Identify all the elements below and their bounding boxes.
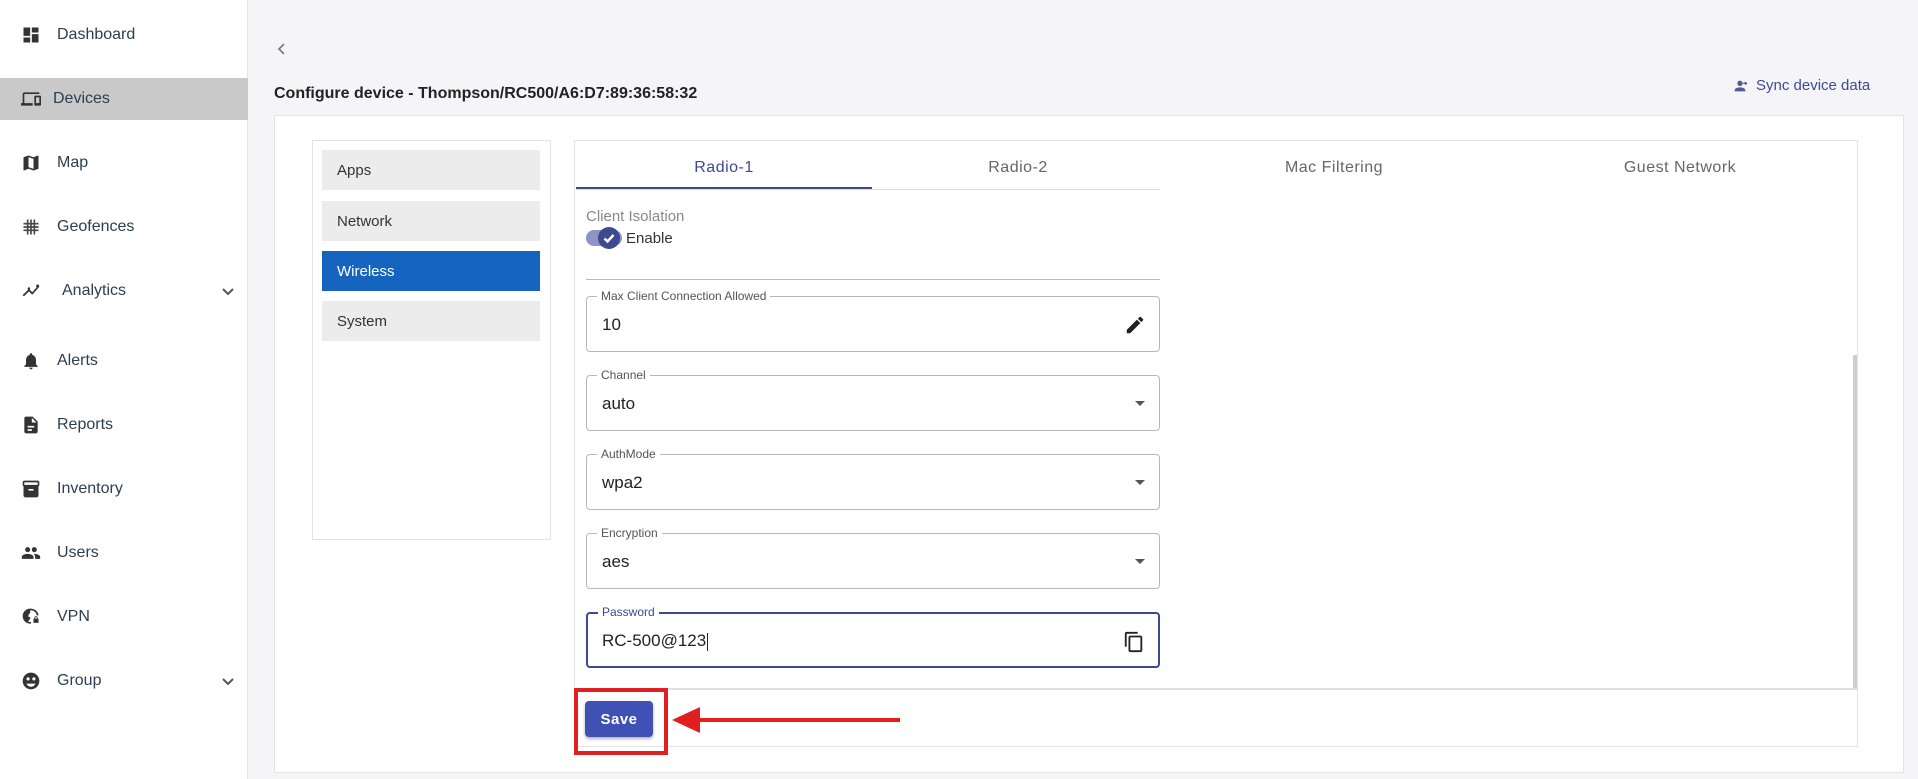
pencil-icon[interactable] <box>1123 313 1147 337</box>
sidebar-item-reports[interactable]: Reports <box>0 404 248 446</box>
authmode-value: wpa2 <box>602 473 643 492</box>
check-icon <box>603 234 615 244</box>
tab-guest-network[interactable]: Guest Network <box>1504 148 1856 188</box>
field-label: Encryption <box>597 526 662 540</box>
sidebar-item-label: Group <box>57 672 102 689</box>
sidebar-item-label: Devices <box>53 90 110 107</box>
analytics-icon <box>20 280 42 302</box>
menu-item-system[interactable]: System <box>322 301 540 341</box>
tab-radio-2[interactable]: Radio-2 <box>872 148 1164 188</box>
menu-item-network[interactable]: Network <box>322 201 540 241</box>
max-client-field[interactable]: Max Client Connection Allowed 10 <box>586 289 1160 352</box>
text-caret <box>707 632 709 651</box>
sidebar-item-map[interactable]: Map <box>0 142 248 184</box>
sidebar-item-dashboard[interactable]: Dashboard <box>0 14 248 56</box>
copy-icon[interactable] <box>1122 630 1146 654</box>
bell-icon <box>20 350 42 372</box>
menu-item-wireless[interactable]: Wireless <box>322 251 540 291</box>
inventory-icon <box>20 478 42 500</box>
chevron-down-icon[interactable] <box>220 283 236 299</box>
page-title: Configure device - Thompson/RC500/A6:D7:… <box>274 85 698 102</box>
sidebar-item-label: Inventory <box>57 480 123 497</box>
reports-icon <box>20 414 42 436</box>
sidebar-item-analytics[interactable]: Analytics <box>0 270 248 312</box>
field-label: Password <box>598 605 659 619</box>
dropdown-arrow-icon[interactable] <box>1135 559 1145 564</box>
sidebar-item-alerts[interactable]: Alerts <box>0 340 248 382</box>
channel-value: auto <box>602 394 636 413</box>
sidebar-item-vpn[interactable]: VPN <box>0 596 248 638</box>
menu-item-apps[interactable]: Apps <box>322 150 540 190</box>
map-icon <box>20 152 42 174</box>
dashboard-icon <box>20 24 42 46</box>
authmode-select[interactable]: AuthMode wpa2 <box>586 447 1160 510</box>
dropdown-arrow-icon[interactable] <box>1135 480 1145 485</box>
sync-label: Sync device data <box>1756 77 1871 94</box>
vpn-icon <box>20 606 42 628</box>
chevron-down-icon[interactable] <box>220 673 236 689</box>
field-label: AuthMode <box>597 447 660 461</box>
dropdown-arrow-icon[interactable] <box>1135 401 1145 406</box>
section-divider <box>586 279 1160 280</box>
scrollbar[interactable] <box>1853 355 1857 688</box>
save-button[interactable]: Save <box>585 701 653 737</box>
sync-icon <box>1734 80 1748 91</box>
sidebar-item-label: Dashboard <box>57 26 136 43</box>
password-field[interactable]: Password RC-500@123 <box>586 605 1160 668</box>
sync-device-data-button[interactable]: Sync device data <box>1734 77 1870 94</box>
field-label: Channel <box>597 368 650 382</box>
toggle-thumb[interactable] <box>598 227 620 249</box>
chevron-left-icon <box>277 43 285 55</box>
users-icon <box>20 542 42 564</box>
toggle-enable-label: Enable <box>626 230 673 247</box>
geofence-icon <box>20 216 42 238</box>
sidebar-item-label: Reports <box>57 416 114 433</box>
back-button[interactable] <box>276 42 290 62</box>
sidebar-item-label: Analytics <box>62 282 127 299</box>
devices-icon <box>20 88 42 110</box>
sidebar-item-label: Users <box>57 544 99 561</box>
tab-mac-filtering[interactable]: Mac Filtering <box>1164 148 1504 188</box>
tab-radio-1[interactable]: Radio-1 <box>576 148 872 188</box>
panel-divider <box>574 688 1858 690</box>
sidebar-item-label: VPN <box>57 608 90 625</box>
sidebar-item-label: Geofences <box>57 218 135 235</box>
field-label: Max Client Connection Allowed <box>597 289 771 303</box>
channel-select[interactable]: Channel auto <box>586 368 1160 431</box>
sidebar-item-geofences[interactable]: Geofences <box>0 206 248 248</box>
sidebar-item-inventory[interactable]: Inventory <box>0 468 248 510</box>
sidebar-item-devices[interactable]: Devices <box>0 78 248 120</box>
sidebar-item-group[interactable]: Group <box>0 660 248 702</box>
max-client-value: 10 <box>602 315 621 334</box>
encryption-value: aes <box>602 552 630 571</box>
sidebar-item-label: Map <box>57 154 89 171</box>
group-icon <box>20 670 42 692</box>
tabs-divider <box>576 189 1160 190</box>
sidebar: Dashboard Devices Map Geofences Analytic… <box>0 0 248 779</box>
sidebar-item-label: Alerts <box>57 352 98 369</box>
sidebar-item-users[interactable]: Users <box>0 532 248 574</box>
password-text: RC-500@123 <box>602 631 707 650</box>
encryption-select[interactable]: Encryption aes <box>586 526 1160 589</box>
password-value: RC-500@123 <box>602 631 709 651</box>
client-isolation-label: Client Isolation <box>586 208 685 225</box>
